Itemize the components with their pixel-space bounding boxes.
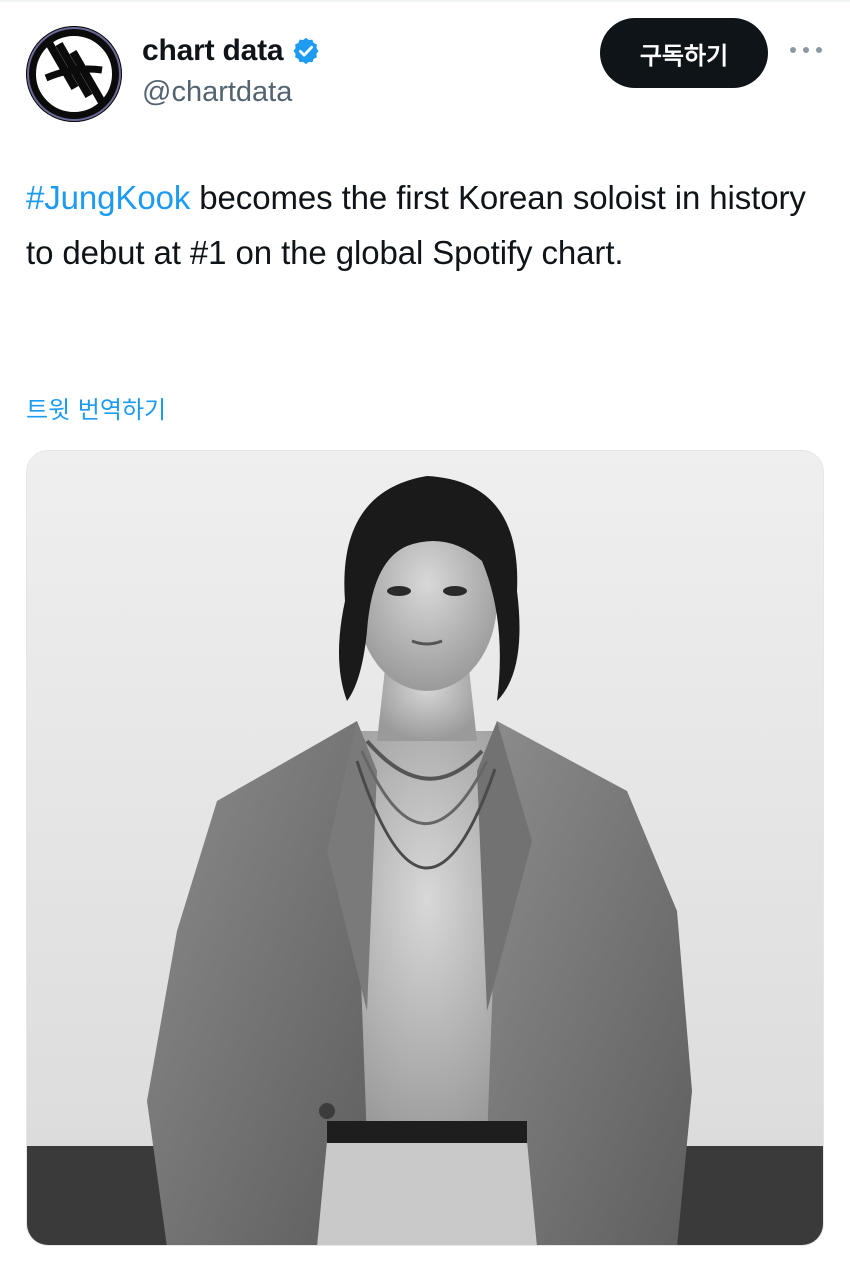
name-block: chart data @chartdata [142, 30, 321, 109]
hashtag-link[interactable]: #JungKook [26, 179, 190, 216]
chart-data-logo-icon [26, 26, 122, 122]
handle[interactable]: @chartdata [142, 76, 321, 109]
display-name[interactable]: chart data [142, 34, 284, 68]
tweet-photo[interactable] [26, 450, 824, 1246]
avatar[interactable] [26, 26, 122, 122]
more-dots-icon[interactable] [786, 30, 826, 70]
portrait-photo-image [27, 451, 823, 1245]
subscribe-button[interactable]: 구독하기 [600, 18, 768, 88]
display-name-row: chart data [142, 30, 321, 72]
tweet-header: chart data @chartdata 구독하기 [0, 0, 850, 130]
translate-tweet-link[interactable]: 트윗 번역하기 [26, 390, 166, 425]
tweet-text: #JungKook becomes the first Korean soloi… [26, 170, 826, 280]
verified-badge-icon [291, 36, 321, 66]
